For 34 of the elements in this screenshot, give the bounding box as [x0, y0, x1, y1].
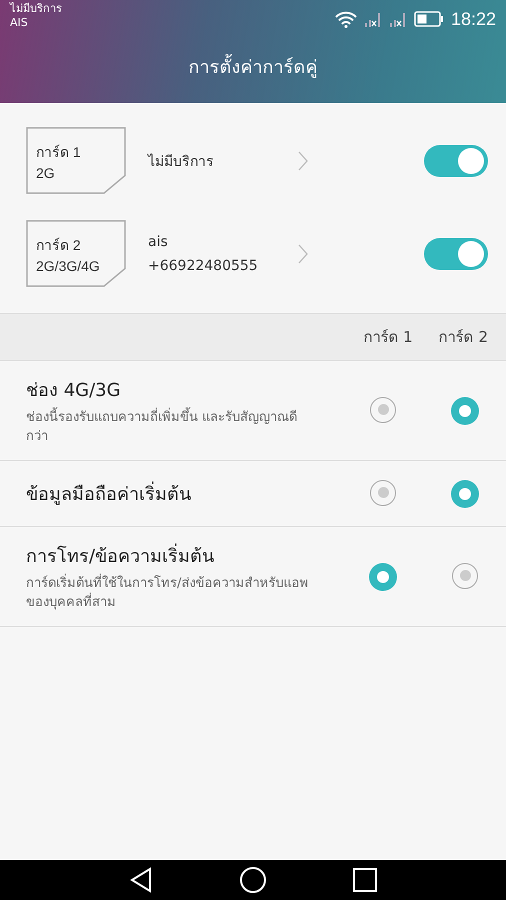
- radio-button[interactable]: [451, 480, 479, 508]
- radio-button[interactable]: [452, 562, 478, 588]
- page-title: การตั้งค่าการ์ดคู่: [188, 52, 318, 81]
- setting-title: ข้อมูลมือถือค่าเริ่มต้น: [26, 479, 191, 508]
- clock-time: 18:22: [450, 8, 496, 30]
- column-header: การ์ด 2: [438, 327, 488, 348]
- carrier-status: ไม่มีบริการ: [10, 2, 62, 16]
- sim-network-type: 2G/3G/4G: [36, 258, 100, 274]
- sim-network-type: 2G: [36, 164, 55, 180]
- setting-description: ช่องนี้รองรับแถบความถี่เพิ่มขึ้น และรับสัญญาณดีกว่า: [26, 408, 316, 446]
- setting-title: การโทร/ข้อความเริ่มต้น: [26, 541, 214, 570]
- battery-icon: [414, 11, 444, 27]
- radio-button[interactable]: [370, 480, 396, 506]
- radio-button[interactable]: [370, 396, 396, 422]
- home-icon[interactable]: [239, 866, 267, 894]
- sim-card-label: การ์ด 2: [36, 236, 81, 254]
- signal-icon: [364, 11, 382, 27]
- back-icon[interactable]: [129, 867, 153, 893]
- radio-button[interactable]: [369, 562, 397, 590]
- chevron-icon: [298, 244, 308, 264]
- wifi-icon: [334, 10, 357, 28]
- sim-card-label: การ์ด 1: [36, 142, 81, 162]
- radio-button[interactable]: [451, 396, 479, 424]
- sim-info-link[interactable]: ais +66922480555: [148, 234, 308, 274]
- sim-info-link[interactable]: ไม่มีบริการ: [148, 150, 308, 172]
- toggle-switch[interactable]: [424, 144, 488, 176]
- recents-icon[interactable]: [353, 868, 377, 892]
- column-header: การ์ด 1: [363, 327, 413, 348]
- setting-description: การ์ดเริ่มต้นที่ใช้ในการโทร/ส่งข้อความสำหรับแอพของบุคคลที่สาม: [26, 574, 316, 612]
- setting-title: ช่อง 4G/3G: [26, 379, 121, 403]
- chevron-icon: [298, 150, 308, 170]
- signal-icon: [388, 11, 407, 27]
- toggle-switch[interactable]: [424, 238, 488, 270]
- carrier-name: AIS: [10, 16, 28, 30]
